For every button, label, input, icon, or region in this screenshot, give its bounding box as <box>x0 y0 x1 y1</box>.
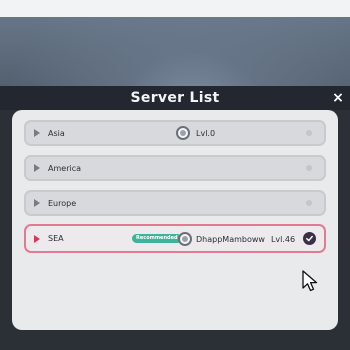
close-button[interactable]: × <box>331 90 345 106</box>
top-bar <box>0 0 350 17</box>
server-list: Asia Lvl.0 America Europe SEA Recommende… <box>12 110 338 330</box>
panel-title: Server List <box>130 90 220 106</box>
server-name: Europe <box>48 198 77 208</box>
character-info: DhappMamboww Lvl.46 <box>178 232 295 246</box>
server-name: America <box>48 163 81 173</box>
avatar-icon <box>176 126 190 140</box>
server-name: SEA <box>48 234 64 243</box>
status-dot <box>306 200 312 206</box>
play-arrow-icon <box>34 234 40 243</box>
server-row-sea[interactable]: SEA Recommended DhappMamboww Lvl.46 <box>24 224 326 253</box>
server-row-america[interactable]: America <box>24 155 326 181</box>
recommended-badge: Recommended <box>132 234 182 243</box>
check-icon <box>303 232 316 245</box>
server-list-panel: Server List × Asia Lvl.0 America Europe … <box>0 86 350 350</box>
server-row-europe[interactable]: Europe <box>24 190 326 216</box>
play-arrow-icon <box>34 164 40 172</box>
status-dot <box>306 165 312 171</box>
character-level: Lvl.0 <box>196 128 216 138</box>
play-arrow-icon <box>34 199 40 207</box>
player-name: DhappMamboww <box>196 234 265 244</box>
character-info: Lvl.0 <box>176 126 215 140</box>
server-name: Asia <box>48 128 65 138</box>
avatar-icon <box>178 232 192 246</box>
character-level: Lvl.46 <box>270 234 296 244</box>
status-dot <box>306 130 312 136</box>
panel-header: Server List × <box>0 86 350 110</box>
cursor-icon <box>302 270 318 292</box>
server-row-asia[interactable]: Asia Lvl.0 <box>24 120 326 146</box>
play-arrow-icon <box>34 129 40 137</box>
